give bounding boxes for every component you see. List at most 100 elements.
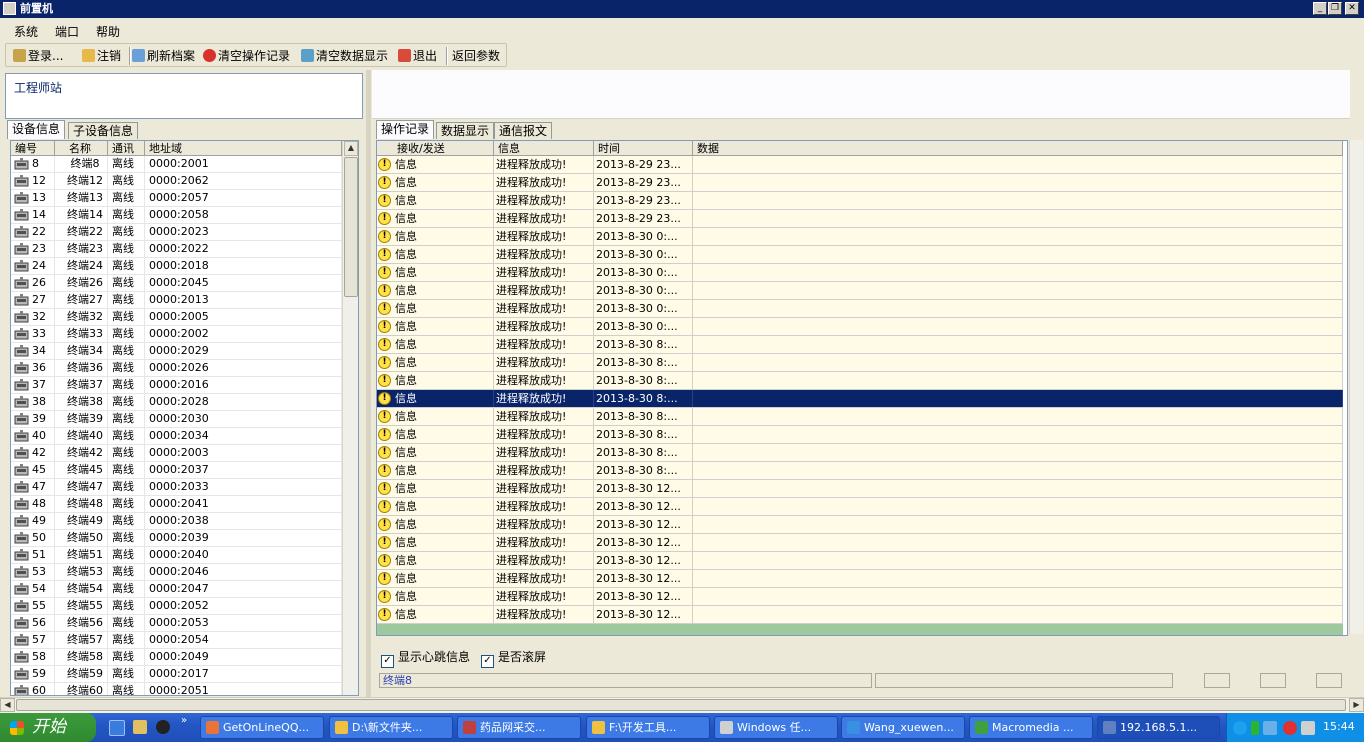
log-row[interactable]: 信息 进程释放成功! 2013-8-30 8:...! (377, 336, 1343, 354)
menu-port[interactable]: 端口 (55, 23, 79, 40)
log-row[interactable]: 信息 进程释放成功! 2013-8-30 12...! (377, 552, 1343, 570)
device-row[interactable]: 57 终端57 离线 0000:2054 (11, 632, 342, 649)
log-row[interactable]: 信息 进程释放成功! 2013-8-30 8:...! (377, 390, 1343, 408)
col-time[interactable]: 时间 (594, 141, 693, 156)
device-row[interactable]: 23 终端23 离线 0000:2022 (11, 241, 342, 258)
quicklaunch-more-icon[interactable]: » (181, 715, 187, 726)
device-row[interactable]: 49 终端49 离线 0000:2038 (11, 513, 342, 530)
device-row[interactable]: 42 终端42 离线 0000:2003 (11, 445, 342, 462)
log-row[interactable]: 信息 进程释放成功! 2013-8-29 23...! (377, 192, 1343, 210)
clear-operations-button[interactable]: 清空操作记录 (203, 48, 290, 64)
taskbar-button[interactable]: D:\新文件夹... (329, 716, 453, 739)
col-direction[interactable]: 接收/发送 (377, 141, 494, 156)
refresh-archive-button[interactable]: 刷新档案 (132, 48, 195, 64)
tab-data-display[interactable]: 数据显示 (436, 122, 495, 139)
device-row[interactable]: 24 终端24 离线 0000:2018 (11, 258, 342, 275)
tab-comm-messages[interactable]: 通信报文 (494, 122, 553, 139)
log-row[interactable]: 信息 进程释放成功! 2013-8-30 0:...! (377, 264, 1343, 282)
device-row[interactable]: 8 终端8 离线 0000:2001 (11, 156, 342, 173)
tab-device-info[interactable]: 设备信息 (7, 120, 66, 139)
device-row[interactable]: 38 终端38 离线 0000:2028 (11, 394, 342, 411)
tray-volume-icon[interactable] (1301, 721, 1315, 735)
taskbar-button[interactable]: 192.168.5.1... (1097, 716, 1220, 739)
col-name[interactable]: 名称 (55, 141, 108, 156)
col-address[interactable]: 地址域 (145, 141, 342, 156)
tray-network-icon[interactable] (1251, 721, 1259, 735)
log-row[interactable]: 信息 进程释放成功! 2013-8-30 0:...! (377, 282, 1343, 300)
device-row[interactable]: 33 终端33 离线 0000:2002 (11, 326, 342, 343)
device-grid-scrollbar[interactable]: ▲ (342, 141, 358, 695)
log-row[interactable]: 信息 进程释放成功! 2013-8-30 0:...! (377, 246, 1343, 264)
device-row[interactable]: 37 终端37 离线 0000:2016 (11, 377, 342, 394)
menu-help[interactable]: 帮助 (96, 23, 120, 40)
tray-monitor-icon[interactable] (1263, 721, 1277, 735)
exit-button[interactable]: 退出 (398, 48, 437, 64)
device-row[interactable]: 51 终端51 离线 0000:2040 (11, 547, 342, 564)
log-row[interactable]: 信息 进程释放成功! 2013-8-30 8:...! (377, 408, 1343, 426)
hscroll-thumb[interactable] (16, 699, 1346, 711)
log-row[interactable]: 信息 进程释放成功! 2013-8-30 12...! (377, 498, 1343, 516)
log-row[interactable]: 信息 进程释放成功! 2013-8-29 23...! (377, 210, 1343, 228)
taskbar-button[interactable]: 药品网采交... (457, 716, 581, 739)
ie-quicklaunch-icon[interactable] (109, 720, 125, 736)
log-row[interactable]: 信息 进程释放成功! 2013-8-30 0:...! (377, 300, 1343, 318)
device-row[interactable]: 26 终端26 离线 0000:2045 (11, 275, 342, 292)
log-row[interactable]: 信息 进程释放成功! 2013-8-30 12...! (377, 534, 1343, 552)
log-row[interactable]: 信息 进程释放成功! 2013-8-30 12...! (377, 588, 1343, 606)
log-row[interactable]: 信息 进程释放成功! 2013-8-30 8:...! (377, 444, 1343, 462)
qq-quicklaunch-icon[interactable] (156, 720, 170, 734)
log-row[interactable]: 信息 进程释放成功! 2013-8-30 12...! (377, 606, 1343, 624)
title-bar[interactable]: 前置机 _ ❐ ✕ (0, 0, 1364, 18)
taskbar-button[interactable]: Windows 任... (714, 716, 838, 739)
log-row[interactable]: 信息 进程释放成功! 2013-8-30 8:...! (377, 354, 1343, 372)
log-row[interactable]: 信息 进程释放成功! 2013-8-30 8:...! (377, 462, 1343, 480)
device-row[interactable]: 39 终端39 离线 0000:2030 (11, 411, 342, 428)
device-row[interactable]: 32 终端32 离线 0000:2005 (11, 309, 342, 326)
return-params-button[interactable]: 返回参数 (452, 48, 500, 64)
restore-button[interactable]: ❐ (1328, 2, 1342, 15)
taskbar-button[interactable]: Wang_xuewen... (841, 716, 965, 739)
log-row[interactable]: 信息 进程释放成功! 2013-8-30 8:...! (377, 372, 1343, 390)
scroll-up-icon[interactable]: ▲ (344, 141, 358, 156)
start-button[interactable]: 开始 (0, 713, 96, 742)
col-id[interactable]: 编号 (11, 141, 55, 156)
menu-system[interactable]: 系统 (14, 23, 38, 40)
device-row[interactable]: 59 终端59 离线 0000:2017 (11, 666, 342, 683)
scroll-left-icon[interactable]: ◀ (0, 698, 15, 712)
device-row[interactable]: 22 终端22 离线 0000:2023 (11, 224, 342, 241)
log-row[interactable]: 信息 进程释放成功! 2013-8-30 12...! (377, 516, 1343, 534)
device-row[interactable]: 50 终端50 离线 0000:2039 (11, 530, 342, 547)
tab-operation-log[interactable]: 操作记录 (376, 120, 435, 139)
close-button[interactable]: ✕ (1345, 2, 1359, 15)
device-row[interactable]: 53 终端53 离线 0000:2046 (11, 564, 342, 581)
device-row[interactable]: 48 终端48 离线 0000:2041 (11, 496, 342, 513)
taskbar-button[interactable]: Macromedia ... (969, 716, 1093, 739)
log-row[interactable]: 信息 进程释放成功! 2013-8-30 0:...! (377, 318, 1343, 336)
window-hscrollbar[interactable]: ◀ ▶ (0, 697, 1364, 713)
device-row[interactable]: 45 终端45 离线 0000:2037 (11, 462, 342, 479)
device-row[interactable]: 60 终端60 离线 0000:2051 (11, 683, 342, 695)
device-row[interactable]: 47 终端47 离线 0000:2033 (11, 479, 342, 496)
scroll-right-icon[interactable]: ▶ (1349, 698, 1364, 712)
device-row[interactable]: 40 终端40 离线 0000:2034 (11, 428, 342, 445)
col-data[interactable]: 数据 (693, 141, 1343, 156)
device-row[interactable]: 14 终端14 离线 0000:2058 (11, 207, 342, 224)
device-row[interactable]: 56 终端56 离线 0000:2053 (11, 615, 342, 632)
desktop-quicklaunch-icon[interactable] (133, 720, 147, 734)
splitter[interactable] (366, 70, 371, 698)
tray-alert-icon[interactable] (1283, 721, 1297, 735)
device-row[interactable]: 13 终端13 离线 0000:2057 (11, 190, 342, 207)
device-row[interactable]: 34 终端34 离线 0000:2029 (11, 343, 342, 360)
log-row[interactable]: 信息 进程释放成功! 2013-8-30 12...! (377, 570, 1343, 588)
device-row[interactable]: 12 终端12 离线 0000:2062 (11, 173, 342, 190)
autoscroll-checkbox[interactable]: ✓ 是否滚屏 (481, 650, 546, 668)
taskbar-button[interactable]: GetOnLineQQ... (200, 716, 324, 739)
logout-button[interactable]: 注销 (82, 48, 121, 64)
log-row[interactable]: 信息 进程释放成功! 2013-8-29 23...! (377, 156, 1343, 174)
log-grid-scrollbar[interactable] (1349, 140, 1363, 634)
login-button[interactable]: 登录... (13, 48, 63, 64)
tab-subdevice-info[interactable]: 子设备信息 (68, 122, 139, 139)
log-row[interactable]: 信息 进程释放成功! 2013-8-30 12...! (377, 480, 1343, 498)
log-row[interactable]: 信息 进程释放成功! 2013-8-30 0:...! (377, 228, 1343, 246)
log-row[interactable]: 信息 进程释放成功! 2013-8-29 23...! (377, 174, 1343, 192)
